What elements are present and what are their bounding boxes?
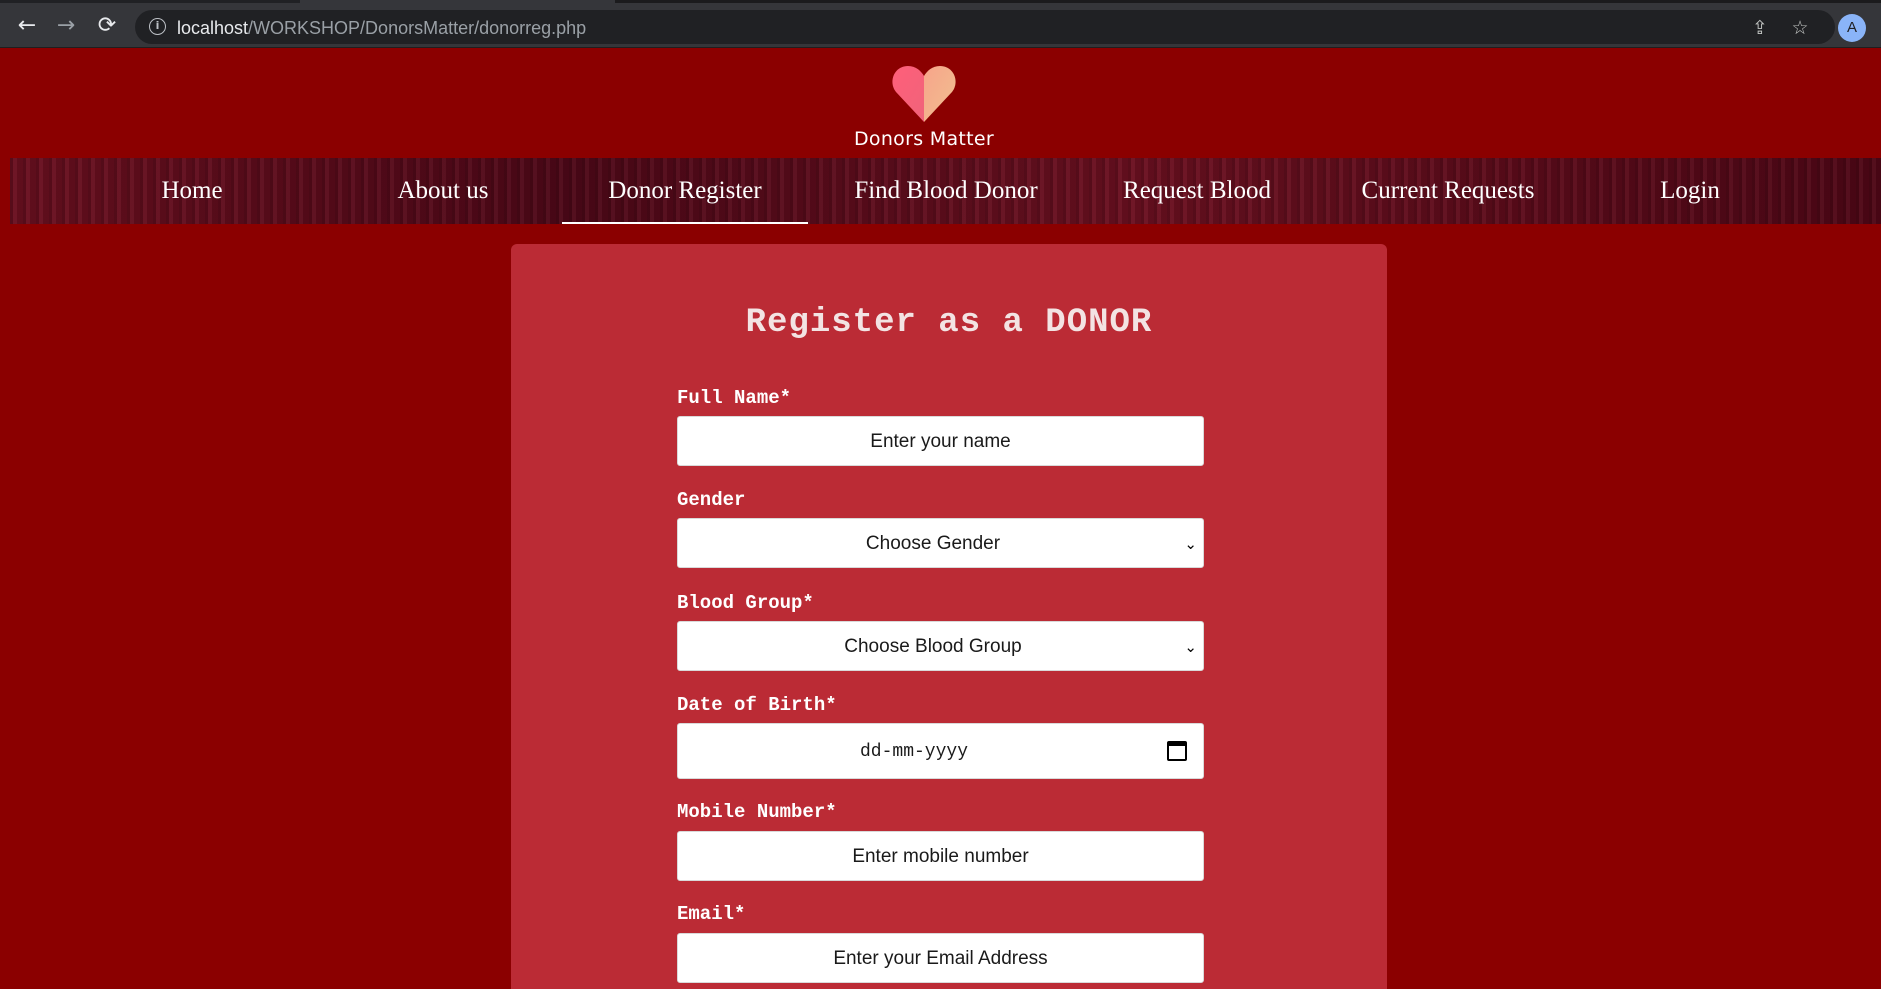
nav-current-requests[interactable]: Current Requests <box>1328 158 1568 224</box>
blood-group-label: Blood Group* <box>677 592 814 614</box>
form-title: Register as a DONOR <box>745 304 1153 342</box>
full-name-label: Full Name* <box>677 387 792 409</box>
gender-selected-value: Choose Gender <box>865 533 1001 554</box>
dob-input[interactable]: dd-mm-yyyy <box>677 723 1204 779</box>
profile-avatar[interactable]: A <box>1838 14 1866 42</box>
mobile-label: Mobile Number* <box>677 801 837 823</box>
url-path: /WORKSHOP/DonorsMatter/donorreg.php <box>248 18 587 38</box>
calendar-icon[interactable] <box>1167 741 1187 761</box>
forward-icon[interactable]: → <box>51 11 81 41</box>
blood-group-select[interactable]: Choose Blood Group ⌄ <box>677 621 1204 671</box>
donor-registration-form: Register as a DONOR Full Name* Enter you… <box>511 244 1387 989</box>
bookmark-star-icon[interactable]: ☆ <box>1789 17 1811 39</box>
chevron-down-icon: ⌄ <box>1184 535 1197 553</box>
gender-select[interactable]: Choose Gender ⌄ <box>677 518 1204 568</box>
address-bar[interactable]: i localhost/WORKSHOP/DonorsMatter/donorr… <box>135 10 1835 44</box>
chevron-down-icon: ⌄ <box>1184 638 1197 656</box>
nav-find-blood-donor[interactable]: Find Blood Donor <box>836 158 1056 224</box>
main-nav: Home About us Donor Register Find Blood … <box>10 158 1881 224</box>
logo-text: Donors Matter <box>853 128 994 150</box>
full-name-input[interactable]: Enter your name <box>677 416 1204 466</box>
url-text[interactable]: localhost/WORKSHOP/DonorsMatter/donorreg… <box>177 18 586 39</box>
mobile-input[interactable]: Enter mobile number <box>677 831 1204 881</box>
email-input[interactable]: Enter your Email Address <box>677 933 1204 983</box>
site-logo[interactable]: Donors Matter <box>852 60 996 152</box>
dob-placeholder: dd-mm-yyyy <box>859 742 969 762</box>
heart-icon <box>892 66 956 122</box>
nav-request-blood[interactable]: Request Blood <box>1087 158 1307 224</box>
nav-home[interactable]: Home <box>82 158 302 224</box>
reload-icon[interactable]: ⟳ <box>92 11 122 41</box>
nav-donor-register[interactable]: Donor Register <box>562 158 808 224</box>
nav-login[interactable]: Login <box>1580 158 1800 224</box>
blood-group-selected-value: Choose Blood Group <box>844 636 1022 657</box>
site-info-icon[interactable]: i <box>149 18 166 35</box>
share-icon[interactable]: ⇪ <box>1749 17 1771 39</box>
nav-about-us[interactable]: About us <box>333 158 553 224</box>
dob-label: Date of Birth* <box>677 694 837 716</box>
browser-toolbar: ← → ⟳ i localhost/WORKSHOP/DonorsMatter/… <box>0 3 1881 48</box>
gender-label: Gender <box>677 489 746 511</box>
back-icon[interactable]: ← <box>12 11 42 41</box>
full-name-placeholder: Enter your name <box>870 431 1011 452</box>
email-label: Email* <box>677 903 746 925</box>
email-placeholder: Enter your Email Address <box>833 948 1048 969</box>
mobile-placeholder: Enter mobile number <box>852 846 1029 867</box>
url-host: localhost <box>177 18 249 38</box>
